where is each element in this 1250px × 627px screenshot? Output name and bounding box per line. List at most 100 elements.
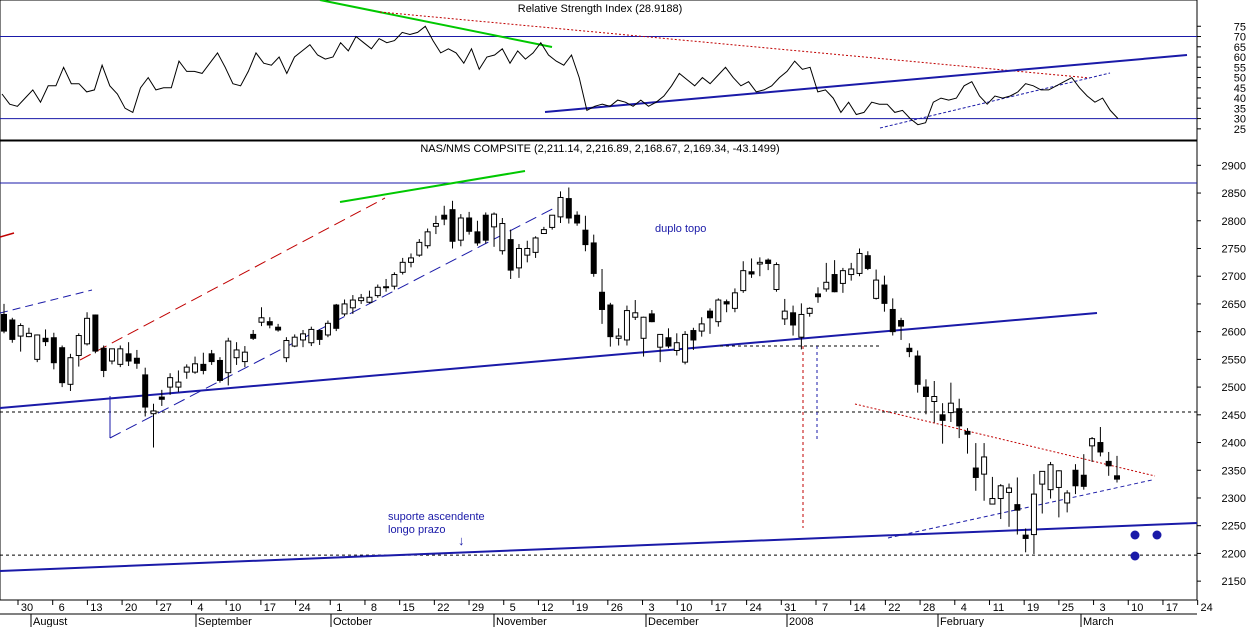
rsi-support-line xyxy=(544,54,1188,113)
candle-down xyxy=(574,214,581,224)
x-tick-label: 14 xyxy=(854,602,866,614)
x-tick-label: 26 xyxy=(611,602,623,614)
rsi-y-tick-label: 25 xyxy=(1234,124,1246,136)
candle-up xyxy=(258,317,265,323)
rsi-support-dashed xyxy=(879,72,1111,129)
month-label: December xyxy=(648,616,699,627)
candle-up xyxy=(781,310,788,320)
candle-down xyxy=(142,374,149,408)
candle-up xyxy=(856,252,863,274)
candle-down xyxy=(333,304,340,329)
candle-up xyxy=(108,348,115,362)
candle-down xyxy=(690,330,697,341)
support-line-mid xyxy=(0,312,1098,409)
price-y-tick-label: 2450 xyxy=(1222,410,1246,422)
candle-down xyxy=(939,414,946,421)
candle-up xyxy=(457,217,464,241)
x-tick-label: 12 xyxy=(541,602,553,614)
x-tick-label: 29 xyxy=(472,602,484,614)
candle-down xyxy=(1080,474,1087,487)
rsi-y-tick-label: 45 xyxy=(1234,83,1246,95)
candle-down xyxy=(864,255,871,269)
candle-up xyxy=(300,333,307,341)
month-label: August xyxy=(33,616,67,627)
candle-down xyxy=(1022,534,1029,539)
x-tick-label: 24 xyxy=(298,602,310,614)
channel-upper-red xyxy=(79,197,386,361)
x-tick-label: 17 xyxy=(715,602,727,614)
candle-down xyxy=(275,326,282,331)
candle-up xyxy=(383,286,390,289)
candle-up xyxy=(25,332,32,338)
candle-up xyxy=(183,366,190,373)
x-tick-label: 3 xyxy=(1100,602,1106,614)
rsi-y-tick-label: 35 xyxy=(1234,103,1246,115)
candle-up xyxy=(798,313,805,338)
candle-up xyxy=(532,237,539,253)
candle-up xyxy=(408,257,414,263)
annotation-suporte-ascendente: suporte ascendente xyxy=(388,511,485,523)
rsi-title: Relative Strength Index (28.9188) xyxy=(518,3,683,15)
candle-up xyxy=(358,297,365,302)
x-tick-label: 27 xyxy=(160,602,172,614)
x-tick-label: 11 xyxy=(993,602,1004,614)
month-label: September xyxy=(198,616,252,627)
candle-up xyxy=(67,357,74,385)
rsi-y-tick-label: 30 xyxy=(1234,114,1246,126)
candle-up xyxy=(773,264,780,291)
candle-down xyxy=(906,347,913,353)
candle-down xyxy=(133,357,140,364)
candle-up xyxy=(17,325,24,337)
price-y-tick-label: 2300 xyxy=(1222,493,1246,505)
candle-down xyxy=(922,386,929,398)
candle-down xyxy=(748,271,755,275)
candle-up xyxy=(499,223,506,252)
candle-up xyxy=(1055,470,1062,488)
candle-up xyxy=(283,340,290,359)
x-tick-label: 10 xyxy=(229,602,241,614)
rsi-y-axis: 2530354045505560657075 xyxy=(1197,21,1246,136)
candle-down xyxy=(665,337,672,347)
candle-down xyxy=(482,214,489,241)
x-tick-label: 10 xyxy=(1131,602,1143,614)
candle-up xyxy=(241,351,248,363)
x-tick-label: 22 xyxy=(437,602,449,614)
candle-up xyxy=(615,335,622,339)
candle-down xyxy=(914,355,921,385)
rsi-reference-lines xyxy=(0,0,1197,129)
candle-up xyxy=(756,261,763,265)
x-axis: 30 6 13 20 27 4 10 17 24 1 8 15 22 29 5 12 19 26 3 10 17 24 31… xyxy=(0,599,1213,627)
candle-up xyxy=(632,312,639,318)
candle-down xyxy=(9,319,16,340)
x-tick-label: 15 xyxy=(403,602,415,614)
x-tick-label: 28 xyxy=(923,602,935,614)
candle-up xyxy=(806,307,813,314)
candle-up xyxy=(839,270,846,284)
x-tick-label: 17 xyxy=(1166,602,1178,614)
price-y-tick-label: 2150 xyxy=(1222,576,1246,588)
candle-down xyxy=(125,353,132,362)
x-tick-label: 4 xyxy=(961,602,967,614)
candle-up xyxy=(698,323,705,332)
candle-up xyxy=(981,456,988,475)
candle-up xyxy=(324,322,331,336)
candle-down xyxy=(92,314,99,352)
candle-up xyxy=(623,310,630,341)
candle-down xyxy=(814,293,821,298)
candle-up xyxy=(549,214,556,228)
x-tick-label: 17 xyxy=(264,602,276,614)
signal-marker xyxy=(1152,530,1162,540)
candle-up xyxy=(399,261,406,273)
candle-up xyxy=(291,336,298,347)
candle-up xyxy=(349,299,356,309)
candle-up xyxy=(731,292,738,309)
rsi-y-tick-label: 55 xyxy=(1234,62,1246,74)
annotation-duplo-topo: duplo topo xyxy=(655,223,706,235)
candle-up xyxy=(391,274,398,287)
candle-up xyxy=(167,377,174,388)
price-y-axis: 2150 2200 2250 2300 2350 2400 2450 2500 2550 2600… xyxy=(1197,160,1246,588)
candle-up xyxy=(947,402,954,414)
rsi-y-tick-label: 50 xyxy=(1234,73,1246,85)
candle-down xyxy=(972,467,979,478)
candle-up xyxy=(715,299,722,323)
